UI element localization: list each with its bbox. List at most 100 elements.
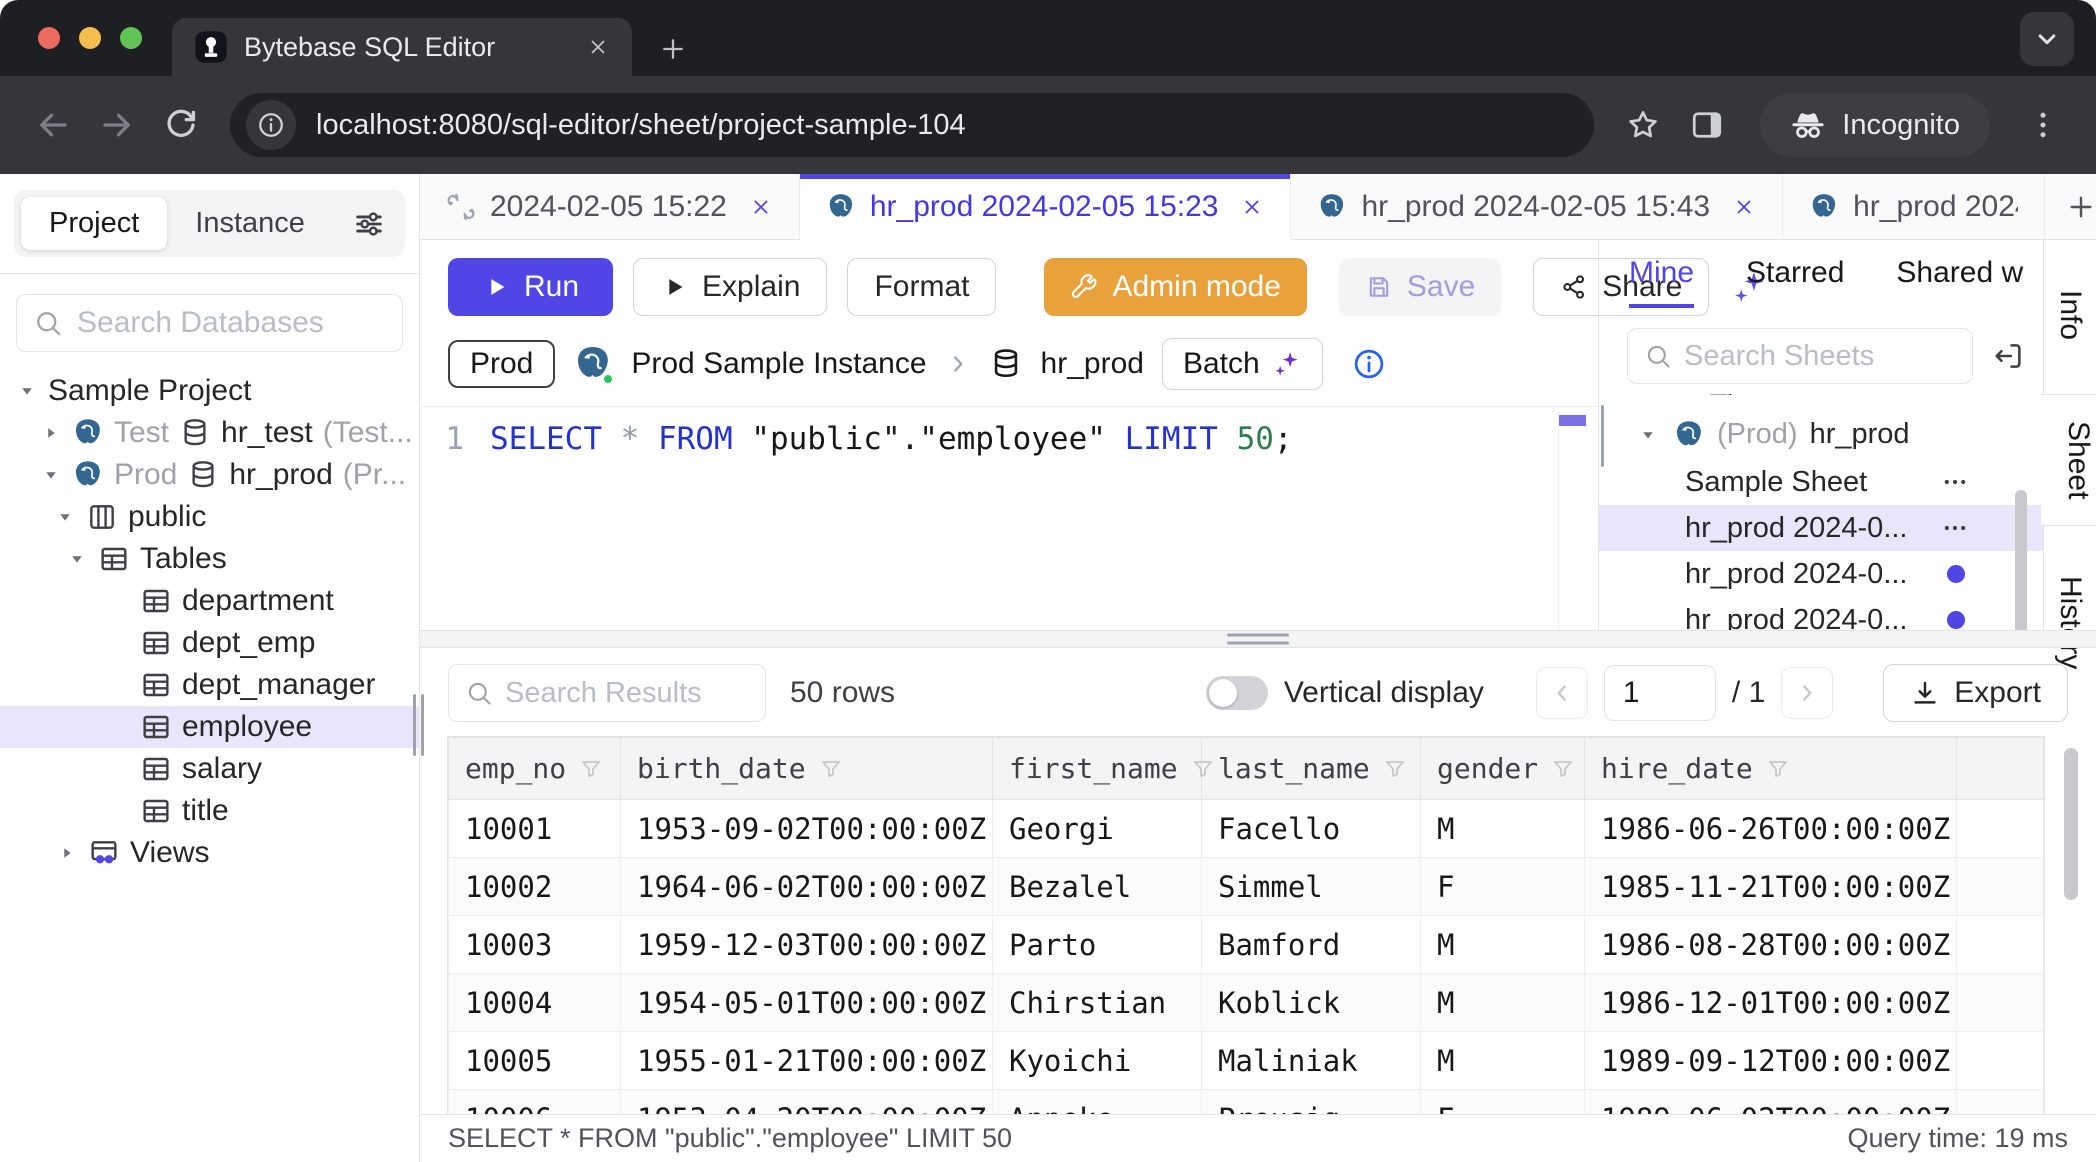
caret-down-icon[interactable] (40, 464, 62, 486)
format-button[interactable]: Format (847, 258, 996, 316)
column-header-emp_no[interactable]: emp_no (449, 738, 621, 800)
table-cell[interactable]: 1989-06-02T00:00:00Z (1585, 1090, 1957, 1115)
sort-icon[interactable] (1382, 756, 1408, 782)
minimize-window-button[interactable] (79, 27, 101, 49)
table-cell[interactable]: 10003 (449, 916, 621, 974)
filter-settings-icon[interactable] (340, 207, 398, 241)
tab-instance[interactable]: Instance (167, 197, 333, 250)
tab-search-button[interactable] (2020, 12, 2074, 66)
more-icon[interactable] (1941, 514, 1969, 542)
tree-item-salary[interactable]: salary (0, 748, 419, 790)
table-cell[interactable]: Anneke (993, 1090, 1202, 1115)
close-icon[interactable] (749, 195, 773, 219)
new-tab-button[interactable] (658, 34, 688, 64)
table-cell[interactable]: 1986-12-01T00:00:00Z (1585, 974, 1957, 1032)
table-cell[interactable]: Bezalel (993, 858, 1202, 916)
site-info-icon[interactable] (246, 100, 296, 150)
forward-button[interactable] (90, 98, 144, 152)
tab-starred[interactable]: Starred (1746, 256, 1844, 308)
table-cell[interactable]: Simmel (1202, 858, 1421, 916)
browser-tab[interactable]: Bytebase SQL Editor (172, 18, 632, 76)
explain-button[interactable]: Explain (633, 258, 827, 316)
caret-right-icon[interactable] (40, 422, 62, 444)
tree-item-public[interactable]: public (0, 496, 419, 538)
tab-mine[interactable]: Mine (1629, 256, 1694, 308)
divider-drag-handle[interactable] (1227, 634, 1289, 645)
page-input[interactable] (1604, 665, 1716, 721)
sort-icon[interactable] (1550, 756, 1576, 782)
info-icon[interactable] (1351, 346, 1387, 382)
close-icon[interactable] (1732, 195, 1756, 219)
tree-item-employee[interactable]: employee (0, 706, 419, 748)
column-header-first_name[interactable]: first_name (993, 738, 1202, 800)
sheet-item-3[interactable]: hr_prod 2024-0... (1599, 551, 2043, 597)
table-cell[interactable]: F (1421, 858, 1585, 916)
column-header-last_name[interactable]: last_name (1202, 738, 1421, 800)
search-results-input[interactable]: Search Results (448, 664, 766, 722)
sheet-tab-2[interactable]: hr_prod 2024-02-05 15:23 (800, 174, 1292, 240)
table-cell[interactable]: 10002 (449, 858, 621, 916)
tree-item-views[interactable]: Views (0, 832, 419, 874)
maximize-window-button[interactable] (120, 27, 142, 49)
batch-button[interactable]: Batch (1162, 338, 1323, 390)
table-cell[interactable]: 1989-09-12T00:00:00Z (1585, 1032, 1957, 1090)
editor-scrollbar[interactable] (1558, 407, 1586, 630)
tab-shared[interactable]: Shared w (1896, 256, 2023, 308)
sort-icon[interactable] (1190, 756, 1216, 782)
table-cell[interactable]: 10006 (449, 1090, 621, 1115)
table-cell[interactable]: 1986-08-28T00:00:00Z (1585, 916, 1957, 974)
reload-button[interactable] (154, 98, 208, 152)
sheet-tab-4[interactable]: hr_prod 2024-0 (1783, 174, 2045, 240)
table-cell[interactable]: Parto (993, 916, 1202, 974)
instance-name[interactable]: Prod Sample Instance (631, 347, 926, 381)
table-cell[interactable]: 1985-11-21T00:00:00Z (1585, 858, 1957, 916)
strip-tab-sheet[interactable]: Sheet (2041, 394, 2095, 526)
database-name[interactable]: hr_prod (1041, 347, 1144, 381)
tree-item-department[interactable]: department (0, 580, 419, 622)
sort-icon[interactable] (818, 756, 844, 782)
clipped-sheet-item[interactable]: hr_prod 2024-0... (1599, 394, 2043, 410)
tree-item-tables[interactable]: Tables (0, 538, 419, 580)
sql-editor[interactable]: 1 SELECT * FROM "public"."employee" LIMI… (420, 407, 1598, 630)
tree-item-dept-manager[interactable]: dept_manager (0, 664, 419, 706)
table-cell[interactable]: 1953-04-20T00:00:00Z (621, 1090, 993, 1115)
table-cell[interactable]: 1953-09-02T00:00:00Z (621, 800, 993, 858)
new-sheet-button[interactable] (2045, 174, 2096, 240)
strip-tab-info[interactable]: Info (2053, 264, 2087, 366)
tab-project[interactable]: Project (21, 197, 167, 250)
sheet-list-scrollbar[interactable] (2015, 490, 2027, 630)
table-cell[interactable]: Chirstian (993, 974, 1202, 1032)
table-cell[interactable]: 1964-06-02T00:00:00Z (621, 858, 993, 916)
side-panel-icon[interactable] (1680, 98, 1734, 152)
admin-mode-button[interactable]: Admin mode (1044, 258, 1306, 316)
panel-resize-handle[interactable] (1598, 405, 1604, 467)
address-bar[interactable]: localhost:8080/sql-editor/sheet/project-… (230, 93, 1594, 157)
caret-down-icon[interactable] (66, 548, 88, 570)
sort-icon[interactable] (1765, 756, 1791, 782)
run-button[interactable]: Run (448, 258, 613, 316)
import-sheet-icon[interactable] (1991, 339, 2025, 373)
vertical-display-toggle[interactable] (1206, 676, 1268, 710)
sort-icon[interactable] (578, 756, 604, 782)
tree-item-test[interactable]: Testhr_test(Test... (0, 412, 419, 454)
export-button[interactable]: Export (1883, 664, 2068, 722)
tree-item-dept-emp[interactable]: dept_emp (0, 622, 419, 664)
table-cell[interactable]: 10001 (449, 800, 621, 858)
table-cell[interactable]: 1959-12-03T00:00:00Z (621, 916, 993, 974)
table-cell[interactable]: Bamford (1202, 916, 1421, 974)
table-cell[interactable]: 10005 (449, 1032, 621, 1090)
close-window-button[interactable] (38, 27, 60, 49)
bookmark-icon[interactable] (1616, 98, 1670, 152)
more-icon[interactable] (1941, 468, 1969, 496)
table-cell[interactable]: Georgi (993, 800, 1202, 858)
caret-down-icon[interactable] (16, 380, 38, 402)
table-cell[interactable]: F (1421, 1090, 1585, 1115)
sheet-item-1[interactable]: Sample Sheet (1599, 459, 2043, 505)
table-cell[interactable]: M (1421, 800, 1585, 858)
table-cell[interactable]: Preusig (1202, 1090, 1421, 1115)
column-header-gender[interactable]: gender (1421, 738, 1585, 800)
next-page-button[interactable] (1781, 667, 1833, 719)
prev-page-button[interactable] (1536, 667, 1588, 719)
close-tab-icon[interactable] (586, 35, 610, 59)
back-button[interactable] (26, 98, 80, 152)
